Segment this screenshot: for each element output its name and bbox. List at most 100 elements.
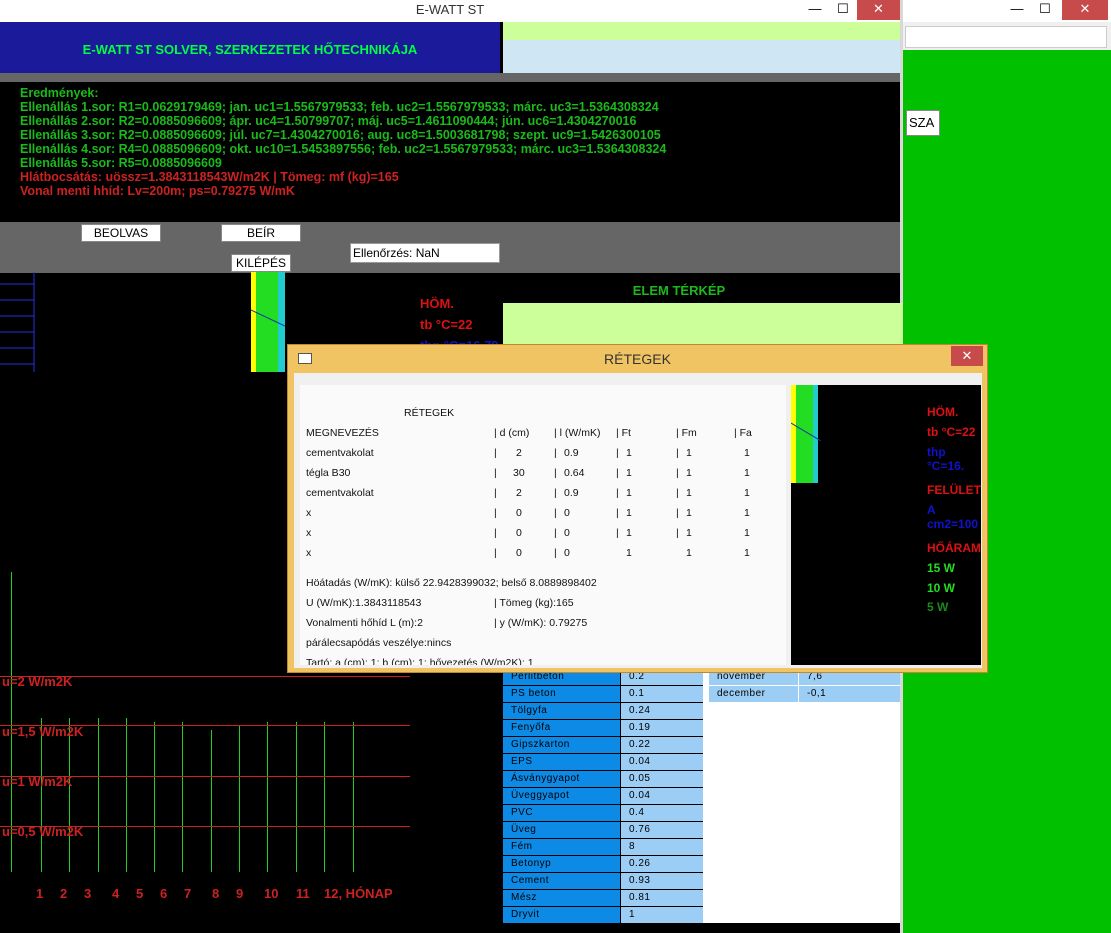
layer-fa[interactable]: 1 <box>744 467 750 479</box>
table-row[interactable]: Üveg 0.76 <box>503 822 703 839</box>
col-sep: | <box>676 507 679 519</box>
material-name: Ásványgyapot <box>503 771 620 787</box>
material-value: 0.26 <box>621 856 703 872</box>
table-row[interactable]: december -0,1 <box>709 686 900 703</box>
layer-ft[interactable]: 1 <box>626 487 632 499</box>
material-value: 0.1 <box>621 686 703 702</box>
layer-l[interactable]: 0.64 <box>564 467 584 479</box>
layer-d[interactable]: 2 <box>516 487 522 499</box>
result-thermal-bridge: Vonal menti hhíd: Lv=200m; ps=0.79275 W/… <box>20 184 295 198</box>
result-line: Ellenállás 3.sor: R2=0.0885096609; júl. … <box>20 128 661 142</box>
result-line: Ellenállás 2.sor: R2=0.0885096609; ápr. … <box>20 114 637 128</box>
layer-fa[interactable]: 1 <box>744 547 750 559</box>
layer-name[interactable]: tégla B30 <box>306 467 350 479</box>
support-text: Tartó: a (cm): 1; b (cm): 1; hővezetés (… <box>306 657 534 665</box>
beir-button[interactable]: BEÍR <box>221 224 301 242</box>
graph-bar <box>267 722 268 872</box>
beolvas-button[interactable]: BEOLVAS <box>81 224 161 242</box>
layer-fm[interactable]: 1 <box>686 447 692 459</box>
layer-fm[interactable]: 1 <box>686 547 692 559</box>
dlg-felulet-label: FELÜLET <box>927 483 981 497</box>
layer-ft[interactable]: 1 <box>626 547 632 559</box>
col-sep: | <box>616 487 619 499</box>
material-name: Cement <box>503 873 620 889</box>
table-row[interactable]: Fenyőfa 0.19 <box>503 720 703 737</box>
table-row[interactable]: Betonyp 0.26 <box>503 856 703 873</box>
table-row[interactable]: PVC 0.4 <box>503 805 703 822</box>
materials-table: Perlitbeton 0.2 PS beton 0.1 Tölgyfa 0.2… <box>503 669 703 923</box>
dlg-hom-label: HÖM. <box>927 405 959 419</box>
table-row[interactable]: Cement 0.93 <box>503 873 703 890</box>
table-row[interactable]: Üveggyapot 0.04 <box>503 788 703 805</box>
hom-label: HÖM. <box>420 296 454 311</box>
layer-fm[interactable]: 1 <box>686 507 692 519</box>
table-row[interactable]: Ásványgyapot 0.05 <box>503 771 703 788</box>
layer-d[interactable]: 2 <box>516 447 522 459</box>
main-minimize-button[interactable]: — <box>800 0 830 20</box>
bg-close-button[interactable]: ✕ <box>1062 0 1108 20</box>
bg-maximize-button[interactable]: ☐ <box>1028 0 1062 20</box>
check-field[interactable]: Ellenőrzés: NaN <box>350 243 500 263</box>
layer-name[interactable]: x <box>306 507 311 519</box>
material-value: 0.93 <box>621 873 703 889</box>
layer-l[interactable]: 0 <box>564 527 570 539</box>
layer-name[interactable]: x <box>306 527 311 539</box>
layer-ft[interactable]: 1 <box>626 467 632 479</box>
table-row[interactable]: Gipszkarton 0.22 <box>503 737 703 754</box>
dlg-thp-label: thp °C=16. <box>927 445 965 473</box>
layer-l[interactable]: 0.9 <box>564 487 579 499</box>
layer-name[interactable]: cementvakolat <box>306 447 374 459</box>
layer-d[interactable]: 30 <box>513 467 525 479</box>
layer-fa[interactable]: 1 <box>744 447 750 459</box>
material-name: Mész <box>503 890 620 906</box>
table-row[interactable]: Mész 0.81 <box>503 890 703 907</box>
layer-fm[interactable]: 1 <box>686 467 692 479</box>
col-header-ft: | Ft <box>616 427 631 439</box>
graph-bar <box>239 726 240 872</box>
main-maximize-button[interactable]: ☐ <box>828 0 858 20</box>
header-green-strip <box>503 22 900 40</box>
month-label: 12, HÓNAP <box>324 886 393 901</box>
background-address-field[interactable] <box>905 26 1107 48</box>
layer-l[interactable]: 0 <box>564 507 570 519</box>
graph-bar <box>98 718 99 872</box>
scale-ticks-svg <box>0 272 35 372</box>
layer-fa[interactable]: 1 <box>744 487 750 499</box>
wall-section-svg <box>250 272 286 372</box>
month-name: december <box>709 686 798 702</box>
layer-d[interactable]: 0 <box>516 507 522 519</box>
layer-ft[interactable]: 1 <box>626 447 632 459</box>
layer-fa[interactable]: 1 <box>744 527 750 539</box>
material-value: 0.76 <box>621 822 703 838</box>
layer-ft[interactable]: 1 <box>626 507 632 519</box>
layer-name[interactable]: cementvakolat <box>306 487 374 499</box>
bg-action-button[interactable]: SZA <box>906 110 940 136</box>
table-row[interactable]: Fém 8 <box>503 839 703 856</box>
table-row[interactable]: Tölgyfa 0.24 <box>503 703 703 720</box>
layer-fm[interactable]: 1 <box>686 527 692 539</box>
col-sep: | <box>554 447 557 459</box>
month-label: 6 <box>160 886 168 901</box>
layer-l[interactable]: 0.9 <box>564 447 579 459</box>
layer-fa[interactable]: 1 <box>744 507 750 519</box>
col-sep: | <box>494 507 497 519</box>
table-row[interactable]: PS beton 0.1 <box>503 686 703 703</box>
dlg-15w-label: 15 W <box>927 561 956 575</box>
month-label: 9 <box>236 886 244 901</box>
layer-ft[interactable]: 1 <box>626 527 632 539</box>
layer-l[interactable]: 0 <box>564 547 570 559</box>
layer-name[interactable]: x <box>306 547 311 559</box>
main-close-button[interactable]: ✕ <box>857 0 900 20</box>
layer-d[interactable]: 0 <box>516 527 522 539</box>
table-row[interactable]: Dryvit 1 <box>503 907 703 924</box>
gray-separator <box>0 73 900 82</box>
kilepes-button[interactable]: KILÉPÉS <box>231 254 291 272</box>
dialog-close-button[interactable]: ✕ <box>951 346 983 366</box>
material-value: 0.24 <box>621 703 703 719</box>
layer-d[interactable]: 0 <box>516 547 522 559</box>
table-row[interactable]: EPS 0.04 <box>503 754 703 771</box>
months-area <box>703 669 900 923</box>
graph-bar <box>353 722 354 872</box>
layer-fm[interactable]: 1 <box>686 487 692 499</box>
material-name: Üveggyapot <box>503 788 620 804</box>
